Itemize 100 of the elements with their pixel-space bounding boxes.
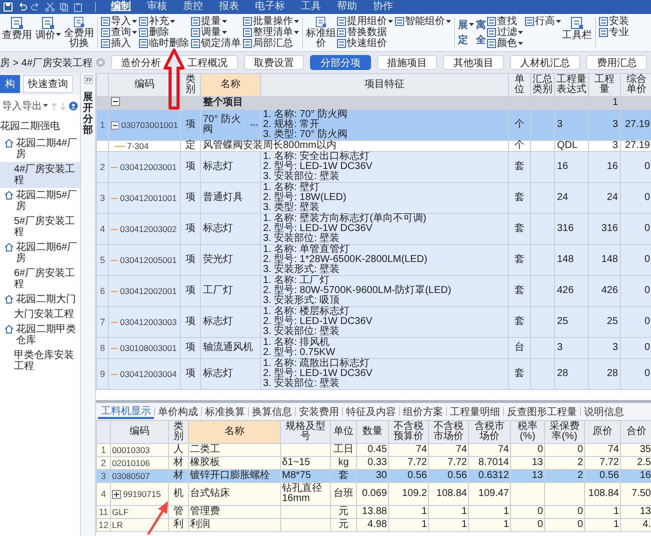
- table-row[interactable]: 11 GLF 管 管理费 元 13.88 1 1 1 0 0 1 13: [96, 506, 651, 518]
- column-header[interactable]: 税率(%): [510, 420, 544, 444]
- column-header[interactable]: 不含税预算价: [388, 420, 428, 444]
- menu-tab[interactable]: 质控: [176, 0, 210, 14]
- ribbon-button[interactable]: 过滤: [487, 27, 523, 38]
- ribbon-button[interactable]: 插入: [101, 38, 137, 49]
- menu-tab[interactable]: 帮助: [330, 0, 364, 14]
- ellipsis-icon[interactable]: [250, 123, 258, 127]
- column-header[interactable]: 工程量表达式: [554, 74, 588, 96]
- detail-tab[interactable]: 标准换算: [202, 404, 248, 419]
- detail-tab[interactable]: 安装费用: [296, 404, 342, 419]
- ribbon-button[interactable]: 替换数据: [337, 27, 393, 38]
- close-icon[interactable]: [96, 58, 105, 67]
- save-icon[interactable]: [3, 2, 13, 12]
- table-row[interactable]: 2 030412003001 项 标志灯 1. 名称: 安全出口标志灯 2. 型号: LED-1W DC36V 3. 安装部位: 壁装 套 16 16 0: [96, 152, 651, 182]
- menu-tab[interactable]: 电子标: [248, 0, 292, 14]
- table-row[interactable]: 整个项目 1: [96, 96, 651, 110]
- view-tab[interactable]: 分部分项: [310, 55, 371, 70]
- ribbon-button[interactable]: 标准组价: [306, 16, 336, 49]
- panel-tab[interactable]: 快速查询: [23, 75, 73, 93]
- ribbon-button[interactable]: 安装: [599, 16, 629, 27]
- column-header[interactable]: 含税市场价: [468, 420, 510, 444]
- view-tab[interactable]: 措施项目: [376, 55, 438, 70]
- table-row[interactable]: 9 030412003004 项 标志灯 1. 名称: 疏散出口标志灯 2. 型号: LED-1W DC36V 3. 安装部位: 壁装 套 28 28 0: [96, 358, 651, 390]
- menu-tab[interactable]: 编制: [104, 0, 138, 14]
- ribbon-button[interactable]: 颜色: [487, 38, 523, 49]
- tree-item[interactable]: 大门安装工程: [0, 307, 80, 322]
- column-header[interactable]: 综合单价: [620, 74, 651, 96]
- scissors-icon[interactable]: [45, 2, 55, 12]
- column-header[interactable]: 汇总类别: [530, 74, 554, 96]
- view-tab[interactable]: 人材机汇总: [510, 55, 580, 70]
- ribbon-button[interactable]: 全: [476, 32, 486, 48]
- tree-item[interactable]: 甲类仓库安装工程: [0, 348, 80, 374]
- column-header[interactable]: 类别: [180, 74, 200, 96]
- ribbon-button[interactable]: 专业: [599, 27, 629, 38]
- detail-tab[interactable]: 组价方案: [400, 404, 446, 419]
- column-header[interactable]: 数量: [356, 420, 388, 444]
- ribbon-button[interactable]: 补充: [139, 16, 189, 27]
- ribbon-button[interactable]: 调价: [33, 16, 63, 49]
- panel-tab[interactable]: 构: [0, 75, 20, 93]
- ribbon-button[interactable]: 快速组价: [337, 38, 393, 49]
- ribbon-button[interactable]: 整理清单: [243, 27, 299, 38]
- ribbon-button[interactable]: 提量: [191, 16, 241, 27]
- ribbon-button[interactable]: 锁定清单: [191, 38, 241, 49]
- column-header[interactable]: 类别: [168, 420, 188, 444]
- column-header[interactable]: 单位: [330, 420, 356, 444]
- detail-tab[interactable]: 反查图形工程量: [504, 404, 580, 419]
- column-header[interactable]: 项目特征: [260, 74, 508, 96]
- ribbon-button[interactable]: 导入: [101, 16, 137, 27]
- tree-item[interactable]: 4#厂房安装工程: [0, 162, 80, 188]
- detail-tab[interactable]: 单价构成: [155, 404, 201, 419]
- column-header[interactable]: 不含税市场价: [428, 420, 468, 444]
- table-row[interactable]: 12 LR 利 利润 元 4.98 1 1 1 0 0 1 4.: [96, 518, 651, 532]
- detail-tab[interactable]: 说明信息: [581, 404, 627, 419]
- detail-tab[interactable]: 特征及内容: [343, 404, 399, 419]
- column-header[interactable]: 编码: [108, 74, 180, 96]
- column-header[interactable]: 单位: [508, 74, 530, 96]
- table-row[interactable]: 4 030412003002 项 标志灯 1. 名称: 壁装方向标志灯(单向不可调) 2. 型号: LED-1W DC36V 3. 安装部位: 壁装 套 316 316 0: [96, 214, 651, 244]
- column-header[interactable]: 采保费率(%): [544, 420, 584, 444]
- paste-icon[interactable]: [73, 2, 83, 12]
- ribbon-button[interactable]: 查费用: [2, 16, 32, 49]
- table-row[interactable]: 7-304 定 风管蝶阀安装周长800mm以内 个 QDL 3 27.19: [96, 140, 651, 152]
- ribbon-button[interactable]: 智能组价: [395, 16, 451, 27]
- column-header[interactable]: 名称: [200, 74, 260, 96]
- ribbon-button[interactable]: 局部汇总: [243, 38, 299, 49]
- ribbon-button[interactable]: 调量: [191, 27, 241, 38]
- tree-item[interactable]: 花园二期4#厂房: [0, 136, 80, 162]
- menu-tab[interactable]: 报表: [212, 0, 246, 14]
- table-row[interactable]: 3 030412001001 项 普通灯具 1. 名称: 壁灯 2. 型号: 18W(LED) 3. 类型: 壁装 套 24 24 0: [96, 182, 651, 214]
- menu-tab[interactable]: 工具: [294, 0, 328, 14]
- ribbon-button[interactable]: 批量操作: [243, 16, 299, 27]
- tree-item[interactable]: 花园二期甲类仓库: [0, 322, 80, 348]
- up-arrow-icon[interactable]: [51, 102, 58, 110]
- column-header[interactable]: 工程量: [588, 74, 620, 96]
- tree-item[interactable]: 花园二期5#厂房: [0, 188, 80, 214]
- view-tab[interactable]: 其他项目: [443, 55, 504, 70]
- ribbon-button[interactable]: 全费用切换: [64, 16, 94, 49]
- detail-tab[interactable]: 工程量明细: [447, 404, 503, 419]
- menu-tab[interactable]: 协作: [366, 0, 400, 14]
- circle-icon[interactable]: [69, 101, 78, 111]
- table-row[interactable]: 4 99190715 机 台式钻床 钻孔直径16mm 台班 0.069 109.2 108.84 109.47 108.84 7.50: [96, 482, 651, 506]
- view-tab[interactable]: 费用汇总: [586, 55, 648, 70]
- table-row[interactable]: 1 00010303 人 二类工 工日 0.45 74 74 74 0 0 74 35: [96, 444, 651, 456]
- tree-item[interactable]: 花园二期6#厂房: [0, 240, 80, 266]
- column-header[interactable]: 规格及型号: [280, 420, 330, 444]
- tree-item[interactable]: 花园二期强电: [0, 117, 80, 136]
- collapse-icon[interactable]: [111, 120, 120, 130]
- ribbon-button[interactable]: 寓: [476, 18, 486, 32]
- import-export-button[interactable]: 导入导出: [2, 99, 48, 113]
- tree-item[interactable]: 5#厂房安装工程: [0, 214, 80, 240]
- undo-icon[interactable]: [17, 2, 27, 12]
- column-header[interactable]: 原价: [584, 420, 620, 444]
- strip-label[interactable]: 展开分部: [83, 92, 93, 136]
- table-row[interactable]: 6 030412002001 项 工厂灯 1. 名称: 工厂灯 2. 型号: 80W-5700K-9600LM-防灯罩(LED) 3. 安装形式: 吸顶 套 426 426 0: [96, 276, 651, 306]
- view-tab[interactable]: 取费设置: [244, 55, 304, 70]
- view-tab[interactable]: 工程概况: [177, 55, 238, 70]
- expand-icon[interactable]: [112, 490, 121, 498]
- ribbon-button[interactable]: 定: [458, 32, 474, 48]
- chevron-icon[interactable]: [84, 75, 92, 84]
- ribbon-button[interactable]: 行高: [525, 16, 561, 27]
